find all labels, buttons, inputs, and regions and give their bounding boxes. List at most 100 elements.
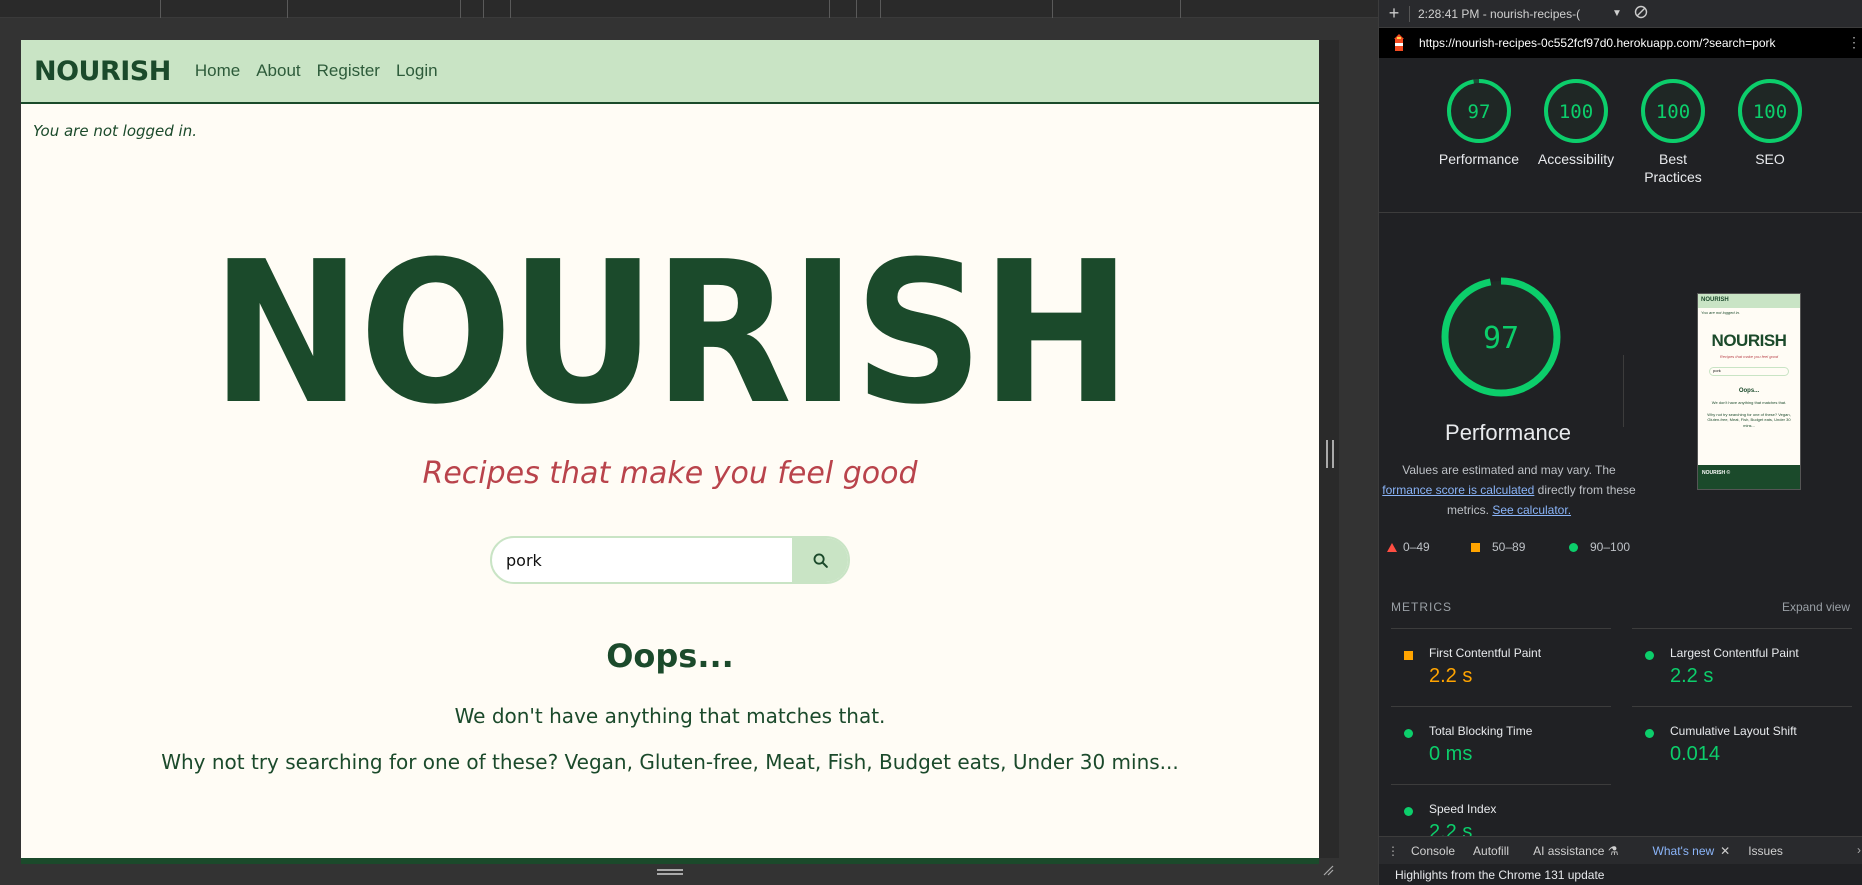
metric-name: First Contentful Paint bbox=[1429, 646, 1542, 660]
thumb-footer: NOURISH © bbox=[1698, 465, 1800, 489]
thumb-oops: Oops... bbox=[1738, 388, 1760, 394]
tab-issues[interactable]: Issues bbox=[1748, 844, 1783, 858]
nav-link-about[interactable]: About bbox=[256, 61, 300, 81]
metric-speed-index: Speed Index 2.2 s bbox=[1391, 784, 1611, 836]
legend-average: 50–89 bbox=[1471, 540, 1525, 554]
whats-new-highlights: Highlights from the Chrome 131 update bbox=[1379, 864, 1862, 885]
devtools-panel: + 2:28:41 PM - nourish-recipes-( ▼ https… bbox=[1378, 0, 1862, 885]
page-viewport: NOURISH Home About Register Login You ar… bbox=[21, 40, 1319, 858]
tab-ai-assistance[interactable]: AI assistance ⚗ bbox=[1533, 844, 1618, 858]
thumb-title: NOURISH bbox=[1711, 331, 1787, 350]
performance-score: 97 bbox=[1483, 321, 1519, 356]
flask-icon: ⚗ bbox=[1607, 843, 1619, 858]
report-url-bar: https://nourish-recipes-0c552fcf97d0.her… bbox=[1379, 28, 1862, 58]
resize-corner-icon bbox=[1323, 865, 1334, 876]
pass-circle-icon bbox=[1645, 651, 1654, 660]
gauge-label: Best Practices bbox=[1644, 151, 1702, 186]
gauge-seo[interactable]: 100 SEO bbox=[1725, 78, 1815, 168]
no-match-message: We don't have anything that matches that… bbox=[454, 704, 886, 728]
chevron-down-icon[interactable]: ▼ bbox=[1612, 8, 1622, 19]
gauge-accessibility[interactable]: 100 Accessibility bbox=[1531, 78, 1621, 168]
legend-fail: 0–49 bbox=[1387, 540, 1430, 554]
gauge-score: 100 bbox=[1559, 101, 1593, 123]
metric-tbt: Total Blocking Time 0 ms bbox=[1391, 706, 1611, 784]
metric-value: 2.2 s bbox=[1670, 665, 1714, 687]
tagline: Recipes that make you feel good bbox=[422, 456, 918, 491]
nav-link-home[interactable]: Home bbox=[195, 61, 240, 81]
search-input[interactable] bbox=[492, 538, 792, 582]
metric-name: Cumulative Layout Shift bbox=[1670, 724, 1797, 738]
report-select[interactable]: 2:28:41 PM - nourish-recipes-( bbox=[1418, 7, 1608, 21]
resize-handle-corner[interactable] bbox=[1322, 864, 1336, 878]
metric-lcp: Largest Contentful Paint 2.2 s bbox=[1632, 628, 1852, 706]
gauge-label: Accessibility bbox=[1537, 151, 1615, 167]
nav-link-login[interactable]: Login bbox=[396, 61, 438, 81]
toolbar-separator bbox=[1409, 5, 1410, 22]
resize-handle-bottom[interactable] bbox=[657, 869, 683, 875]
desc-text: Values are estimated and may vary. The bbox=[1402, 463, 1616, 477]
score-calculated-link[interactable]: formance score is calculated bbox=[1382, 483, 1534, 497]
divider bbox=[1623, 355, 1624, 427]
search-suggestions: Why not try searching for one of these? … bbox=[161, 750, 1179, 774]
tab-label: AI assistance bbox=[1533, 843, 1605, 858]
resize-handle-right[interactable] bbox=[1326, 440, 1334, 468]
devtools-drawer-tabs: ⋮ Console Autofill AI assistance ⚗ What'… bbox=[1379, 836, 1862, 866]
legend-label: 0–49 bbox=[1403, 540, 1430, 554]
legend-label: 50–89 bbox=[1492, 540, 1526, 554]
metric-value: 0.014 bbox=[1670, 743, 1721, 765]
metric-cls: Cumulative Layout Shift 0.014 bbox=[1632, 706, 1852, 784]
login-status: You are not logged in. bbox=[33, 122, 198, 140]
clear-icon[interactable] bbox=[1634, 5, 1648, 22]
gauge-performance[interactable]: 97 Performance bbox=[1434, 78, 1524, 168]
triangle-icon bbox=[1387, 542, 1397, 552]
gauge-score: 100 bbox=[1656, 101, 1690, 123]
nav-link-register[interactable]: Register bbox=[317, 61, 380, 81]
expand-view-toggle[interactable]: Expand view bbox=[1782, 600, 1850, 614]
thumb-tagline: Recipes that make you feel good bbox=[1719, 354, 1779, 359]
nav-brand-logo[interactable]: NOURISH bbox=[34, 56, 171, 87]
tab-whats-new[interactable]: What's new ✕ bbox=[1644, 843, 1734, 866]
gauge-best-practices[interactable]: 100 Best Practices bbox=[1628, 78, 1718, 186]
oops-heading: Oops... bbox=[606, 637, 734, 675]
metric-value: 2.2 s bbox=[1429, 665, 1473, 687]
kebab-icon[interactable]: ⋮ bbox=[1387, 844, 1399, 858]
search-icon bbox=[813, 553, 828, 568]
circle-icon bbox=[1569, 542, 1578, 552]
thumb-status: You are not logged in. bbox=[1701, 310, 1740, 315]
pass-circle-icon bbox=[1404, 729, 1413, 738]
legend-label: 90–100 bbox=[1590, 540, 1631, 554]
hero-title: NOURISH bbox=[210, 220, 1132, 448]
tab-console[interactable]: Console bbox=[1411, 844, 1455, 858]
site-navbar: NOURISH Home About Register Login bbox=[21, 40, 1319, 104]
site-footer-edge bbox=[21, 858, 1319, 864]
metric-fcp: First Contentful Paint 2.2 s bbox=[1391, 628, 1611, 706]
metric-value: 2.2 s bbox=[1429, 821, 1473, 836]
report-url[interactable]: https://nourish-recipes-0c552fcf97d0.her… bbox=[1419, 36, 1849, 50]
thumb-suggest: Why not try searching for one of these? … bbox=[1707, 411, 1791, 428]
tab-label: What's new bbox=[1652, 843, 1715, 858]
square-icon bbox=[1471, 542, 1480, 552]
metric-name: Total Blocking Time bbox=[1429, 724, 1533, 738]
kebab-icon[interactable]: ⋮ bbox=[1847, 34, 1861, 51]
search-form bbox=[490, 536, 850, 584]
close-icon[interactable]: ✕ bbox=[1720, 844, 1730, 858]
performance-description: Values are estimated and may vary. The f… bbox=[1379, 460, 1639, 520]
see-calculator-link[interactable]: See calculator. bbox=[1492, 503, 1571, 517]
lighthouse-icon bbox=[1394, 34, 1404, 51]
more-tabs-icon[interactable]: › bbox=[1857, 843, 1861, 857]
metric-name: Largest Contentful Paint bbox=[1670, 646, 1799, 660]
metrics-heading: METRICS bbox=[1391, 600, 1452, 614]
average-square-icon bbox=[1404, 651, 1413, 660]
search-button[interactable] bbox=[792, 538, 848, 582]
lighthouse-toolbar: + 2:28:41 PM - nourish-recipes-( ▼ bbox=[1379, 0, 1862, 28]
final-screenshot-thumbnail[interactable]: NOURISH You are not logged in. NOURISH R… bbox=[1697, 293, 1801, 490]
performance-title: Performance bbox=[1445, 420, 1571, 445]
gauge-score: 100 bbox=[1753, 101, 1787, 123]
pass-circle-icon bbox=[1645, 729, 1654, 738]
thumb-no-match: We don't have anything that matches that… bbox=[1711, 400, 1787, 405]
ruler bbox=[0, 0, 1378, 18]
plus-icon[interactable]: + bbox=[1379, 3, 1409, 24]
gauge-label: SEO bbox=[1755, 151, 1785, 167]
tab-autofill[interactable]: Autofill bbox=[1473, 844, 1509, 858]
pass-circle-icon bbox=[1404, 807, 1413, 816]
